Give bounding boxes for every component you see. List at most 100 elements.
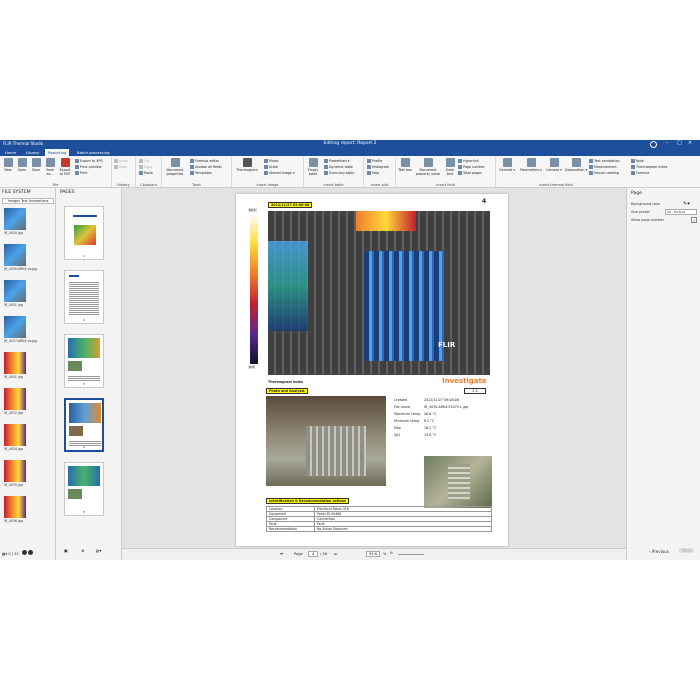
add-page-icon[interactable]: ⊕ <box>81 548 84 553</box>
thermogram-image[interactable]: FLIR <box>268 211 490 375</box>
file-counter: 0 / 22 <box>8 552 19 556</box>
folder-selector[interactable]: Images Test Annotations <box>2 198 54 204</box>
redo-button[interactable]: Redo <box>114 165 127 169</box>
dynamic-table-icon <box>324 165 328 169</box>
note-button[interactable]: Note <box>631 159 644 163</box>
color-picker-icon[interactable]: ✎▾ <box>683 201 690 207</box>
minimize-icon[interactable]: – <box>666 140 669 146</box>
copy-button[interactable]: Copy <box>139 165 152 169</box>
tab-library[interactable]: Library <box>23 149 42 156</box>
hyperlink-icon <box>458 159 462 163</box>
paste-button[interactable]: Paste <box>139 171 153 175</box>
document-properties-button[interactable]: Document properties <box>164 158 186 176</box>
file-list-item[interactable]: IR_4037-ARK4-xx.jpg <box>4 316 38 343</box>
open-button[interactable]: Open <box>16 158 28 172</box>
summary-table-button[interactable]: Summary table <box>324 171 354 175</box>
export-xps-button[interactable]: Export to XPS <box>75 159 103 163</box>
previous-button[interactable]: ‹ Previous <box>649 549 669 554</box>
report-page[interactable]: 4 2012/11/27 09:08:08 52.7 8.9 FLIR Ther… <box>236 194 508 546</box>
file-list-item[interactable]: IR_4032.jpg <box>4 388 38 415</box>
date-text-button[interactable]: Date text <box>444 158 456 176</box>
text-box-button[interactable]: Text box <box>398 158 412 172</box>
map-button[interactable]: Map <box>367 171 379 175</box>
print-button[interactable]: Print <box>75 171 88 175</box>
shared-image-button[interactable]: Shared image ▾ <box>264 171 295 175</box>
size-preset-select[interactable]: A4 - Portrait <box>665 209 697 215</box>
file-list-item[interactable]: IR_4030.jpg <box>4 208 38 235</box>
tab-batch-processing[interactable]: Batch processing <box>74 149 113 156</box>
file-list-item[interactable]: IR_4030-ARK4-xx.jpg <box>4 244 38 271</box>
save-button[interactable]: Save <box>30 158 42 172</box>
file-list-item[interactable]: IR_4035.jpg <box>4 460 38 487</box>
new-button[interactable]: New <box>2 158 14 172</box>
page-thumbnail[interactable]: 5 <box>64 462 104 516</box>
page-options-icon[interactable]: ▤▾ <box>96 548 102 553</box>
file-thumbnail <box>4 424 26 446</box>
save-as-button[interactable]: Save as... <box>44 158 56 176</box>
histogram-button[interactable]: Histogram <box>367 165 389 169</box>
export-pdf-button[interactable]: Export to PDF <box>58 158 72 176</box>
formula-editor-button[interactable]: Formula editor <box>190 159 219 163</box>
file-list-item[interactable]: IR_4031.jpg <box>4 352 38 379</box>
new-icon <box>3 158 13 167</box>
profile-button[interactable]: Profile <box>367 159 382 163</box>
copy-icon <box>139 165 143 169</box>
page-input[interactable]: 4 <box>308 551 318 557</box>
formula-button[interactable]: Formula <box>631 171 649 175</box>
page-thumbnail[interactable]: 3 <box>64 334 104 388</box>
analysis-photo[interactable] <box>266 396 386 486</box>
print-preview-button[interactable]: Print preview <box>75 165 102 169</box>
file-list-item[interactable]: IR_4036.jpg <box>4 496 38 523</box>
undo-button[interactable]: Undo <box>114 159 128 163</box>
next-button[interactable]: Next <box>679 548 695 553</box>
text-annotation-button[interactable]: Text annotation <box>589 159 620 163</box>
help-icon[interactable] <box>650 141 657 148</box>
pages-panel: PAGES 1 2 3 4 5 ▣ ⊕ ▤▾ <box>56 188 122 560</box>
timestamp-label: 2012/11/27 09:08:08 <box>268 202 313 208</box>
templates-button[interactable]: Templates <box>190 171 212 175</box>
page-thumbnail[interactable]: 1 <box>64 206 104 260</box>
page-thumbnail[interactable]: 2 <box>64 270 104 324</box>
total-pages-button[interactable]: Total pages <box>458 171 482 175</box>
page-number-button[interactable]: Page number <box>458 165 485 169</box>
overview-photo[interactable] <box>424 456 492 508</box>
file-list-item[interactable]: IR_4031.jpg <box>4 280 38 307</box>
ribbon-group-label: Tools <box>192 183 201 187</box>
dynamic-table-button[interactable]: Dynamic table <box>324 165 353 169</box>
tab-reporting[interactable]: Reporting <box>45 149 70 156</box>
zoom-input[interactable]: 93.6 <box>366 551 380 557</box>
scale-button[interactable]: Scale <box>264 165 278 169</box>
show-page-number-checkbox[interactable]: ✓ <box>691 217 697 223</box>
last-page-icon[interactable]: ⏭ <box>334 552 337 556</box>
cut-button[interactable]: Cut <box>139 159 150 163</box>
empty-table-button[interactable]: Empty table <box>306 158 320 176</box>
sensor-icon <box>589 171 593 175</box>
close-icon[interactable]: × <box>688 140 692 146</box>
document-property-value-button[interactable]: Document property value <box>414 158 442 176</box>
general-button[interactable]: General ▾ <box>498 158 516 172</box>
grid-view-icon[interactable]: ▦▾ <box>2 552 7 556</box>
predefined-table-button[interactable]: Predefined ▾ <box>324 159 349 163</box>
zoom-slider[interactable] <box>398 554 424 555</box>
sensor-reading-button[interactable]: Sensor reading <box>589 171 619 175</box>
add-icon[interactable] <box>21 550 27 555</box>
camera-button[interactable]: Camera ▾ <box>545 158 563 172</box>
update-all-fields-button[interactable]: Update all fields <box>190 165 222 169</box>
file-list-item[interactable]: IR_4034.jpg <box>4 424 38 451</box>
hyperlink-button[interactable]: Hyperlink <box>458 159 479 163</box>
maximize-icon[interactable]: □ <box>677 140 682 146</box>
first-page-icon[interactable]: ⏮ <box>280 552 283 556</box>
page-number-icon <box>458 165 462 169</box>
page-thumbnail-selected[interactable]: 4 <box>64 398 104 452</box>
page-layout-icon[interactable]: ▣ <box>64 548 68 553</box>
remove-icon[interactable] <box>28 550 34 555</box>
measurement-button[interactable]: Measurement <box>589 165 617 169</box>
zoom-out-icon[interactable]: ⊖ <box>390 551 393 555</box>
parameters-button[interactable]: Parameters ▾ <box>518 158 544 172</box>
thermogram-index-button[interactable]: Thermogram index <box>631 165 667 169</box>
file-thumbnail <box>4 208 26 230</box>
tab-home[interactable]: Home <box>2 149 19 156</box>
photo-button[interactable]: Photo <box>264 159 278 163</box>
geolocation-button[interactable]: Geolocation ▾ <box>564 158 588 172</box>
thermogram-button[interactable]: Thermogram <box>234 158 260 172</box>
